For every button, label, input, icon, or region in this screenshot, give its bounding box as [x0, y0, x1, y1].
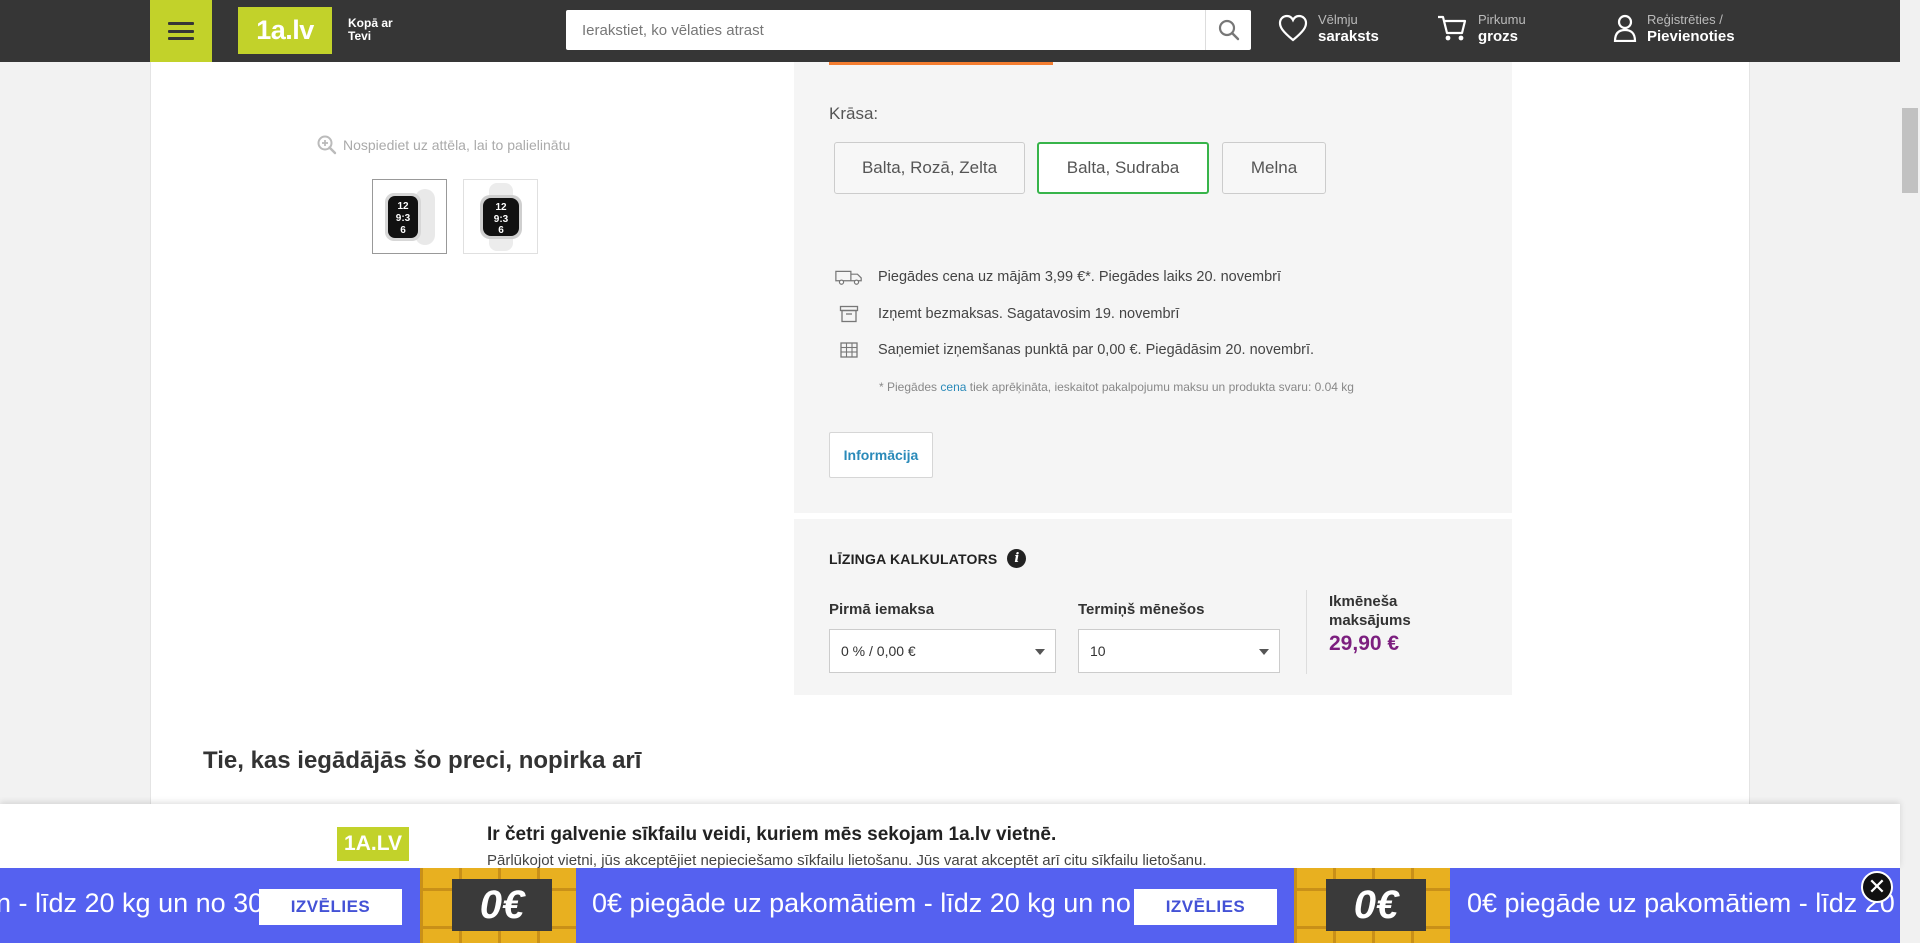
cookie-logo: 1A.LV	[337, 827, 409, 861]
watch-time-bottom: 9:3	[493, 214, 508, 225]
price-link[interactable]: cena	[940, 380, 966, 394]
information-button[interactable]: Informācija	[829, 432, 933, 478]
first-payment-select[interactable]: 0 % / 0,00 €	[829, 629, 1056, 673]
monthly-payment-value: 29,90 €	[1329, 632, 1400, 655]
term-value: 10	[1090, 643, 1106, 659]
promo-banner[interactable]: n - līdz 20 kg un no 30 € IZVĒLIES 0€ 0€…	[0, 868, 1900, 943]
cookie-title: Ir četri galvenie sīkfailu veidi, kuriem…	[487, 824, 1057, 845]
recommendations-title: Tie, kas iegādājās šo preci, nopirka arī	[203, 747, 642, 774]
watch-time-6: 6	[498, 225, 504, 236]
term-select[interactable]: 10	[1078, 629, 1280, 673]
monthly-label-line-1: Ikmēneša	[1329, 593, 1398, 610]
truck-icon	[834, 268, 864, 286]
cart-link[interactable]: Pirkumu grozs	[1436, 11, 1526, 45]
wishlist-text: Vēlmju saraksts	[1318, 11, 1379, 45]
search-bar	[566, 10, 1251, 50]
color-option-balta-sudraba[interactable]: Balta, Sudraba	[1037, 142, 1209, 194]
search-icon	[1218, 19, 1239, 41]
tagline-line-2: Tevi	[348, 29, 372, 43]
cookie-banner: 1A.LV Ir četri galvenie sīkfailu veidi, …	[0, 804, 1900, 869]
calculator-title-text: LĪZINGA KALKULATORS	[829, 550, 998, 567]
delivery-parcel-text: Saņemiet izņemšanas punktā par 0,00 €. P…	[878, 342, 1315, 358]
cart-label-big: grozs	[1478, 28, 1519, 45]
chevron-down-icon	[1035, 649, 1045, 655]
monthly-payment-label: Ikmēneša maksājums	[1329, 592, 1411, 630]
footnote-before: * Piegādes	[879, 380, 941, 394]
scrollbar-thumb[interactable]	[1902, 108, 1918, 193]
delivery-footnote: * Piegādes cena tiek aprēķināta, ieskait…	[879, 380, 1354, 394]
zoom-in-icon	[317, 135, 337, 155]
term-label: Termiņš mēnešos	[1078, 601, 1205, 618]
site-tagline: Kopā ar Tevi	[348, 17, 393, 43]
cart-text: Pirkumu grozs	[1478, 11, 1526, 45]
promo-text-full: 0€ piegāde uz pakomātiem - līdz 20 kg un…	[592, 888, 1191, 918]
site-logo[interactable]: 1a.lv	[238, 7, 332, 54]
buy-button-edge[interactable]	[829, 62, 1053, 65]
leasing-calculator: LĪZINGA KALKULATORS i Pirmā iemaksa 0 % …	[794, 519, 1512, 695]
top-header: 1a.lv Kopā ar Tevi Vēlmju saraksts Pirku…	[0, 0, 1900, 62]
color-label: Krāsa:	[829, 104, 879, 123]
chevron-down-icon	[1259, 649, 1269, 655]
delivery-home-text: Piegādes cena uz mājām 3,99 €*. Piegādes…	[878, 269, 1282, 285]
cart-icon	[1438, 15, 1467, 41]
store-box-icon	[834, 305, 864, 323]
cookie-text: Pārlūkojot vietni, jūs akceptējiet nepie…	[487, 852, 1207, 869]
first-payment-value: 0 % / 0,00 €	[841, 643, 916, 659]
close-banner-button[interactable]: ✕	[1861, 871, 1893, 903]
gallery-thumbnail-2[interactable]: 12 9:3 6	[463, 179, 538, 254]
parcel-locker-image: 0€	[420, 868, 576, 943]
locker-price-label: 0€	[452, 879, 552, 931]
info-icon[interactable]: i	[1007, 549, 1027, 568]
delivery-pickup-text: Izņemt bezmaksas. Sagatavosim 19. novemb…	[878, 306, 1180, 322]
gallery-thumbnail-1[interactable]: 12 9:3 6	[372, 179, 447, 254]
page-scrollbar[interactable]	[1900, 0, 1920, 943]
locker-price-label: 0€	[1326, 879, 1426, 931]
color-option-melna[interactable]: Melna	[1222, 142, 1326, 194]
promo-text-partial: n - līdz 20 kg un no 30 €	[0, 888, 286, 918]
delivery-home-row: Piegādes cena uz mājām 3,99 €*. Piegādes…	[834, 268, 1281, 286]
zoom-hint: Nospiediet uz attēla, lai to palielinātu	[317, 135, 570, 155]
watch-time-6: 6	[400, 225, 406, 236]
user-icon	[1613, 14, 1637, 42]
wishlist-label-small: Vēlmju	[1318, 12, 1358, 27]
footnote-after: tiek aprēķināta, ieskaitot pakalpojumu m…	[966, 380, 1354, 394]
first-payment-label: Pirmā iemaksa	[829, 601, 935, 618]
search-button[interactable]	[1205, 10, 1251, 50]
zoom-hint-text: Nospiediet uz attēla, lai to palielinātu	[343, 137, 571, 153]
parcel-locker-icon	[834, 342, 864, 358]
watch-time-top: 12	[397, 201, 409, 212]
account-link[interactable]: Reģistrēties / Pievienoties	[1613, 11, 1735, 45]
watch-time-top: 12	[495, 202, 507, 213]
parcel-locker-image: 0€	[1294, 868, 1450, 943]
heart-icon	[1278, 14, 1308, 42]
promo-choose-button-1[interactable]: IZVĒLIES	[259, 889, 402, 925]
account-label-big: Pievienoties	[1647, 28, 1735, 45]
calculator-divider	[1306, 590, 1307, 674]
promo-text-tail: 0€ piegāde uz pakomātiem - līdz 20 kg un	[1467, 888, 1900, 918]
account-text: Reģistrēties / Pievienoties	[1647, 11, 1735, 45]
watch-image: 12 9:3 6	[479, 182, 522, 251]
tagline-line-1: Kopā ar	[348, 16, 393, 30]
wishlist-link[interactable]: Vēlmju saraksts	[1278, 11, 1379, 45]
product-options-panel: Krāsa: Balta, Rozā, Zelta Balta, Sudraba…	[794, 62, 1512, 513]
wishlist-label-big: saraksts	[1318, 28, 1379, 45]
menu-button[interactable]	[150, 0, 212, 62]
watch-time-bottom: 9:3	[395, 213, 410, 224]
promo-choose-button-2[interactable]: IZVĒLIES	[1134, 889, 1277, 925]
color-option-balta-roza-zelta[interactable]: Balta, Rozā, Zelta	[834, 142, 1025, 194]
monthly-label-line-2: maksājums	[1329, 612, 1411, 629]
delivery-parcel-row: Saņemiet izņemšanas punktā par 0,00 €. P…	[834, 342, 1314, 358]
watch-image: 12 9:3 6	[384, 188, 435, 245]
delivery-pickup-row: Izņemt bezmaksas. Sagatavosim 19. novemb…	[834, 305, 1179, 323]
account-label-small: Reģistrēties /	[1647, 12, 1723, 27]
search-input[interactable]	[566, 10, 1205, 50]
hamburger-icon	[168, 22, 194, 40]
calculator-title: LĪZINGA KALKULATORS i	[829, 549, 1027, 568]
cart-label-small: Pirkumu	[1478, 12, 1526, 27]
